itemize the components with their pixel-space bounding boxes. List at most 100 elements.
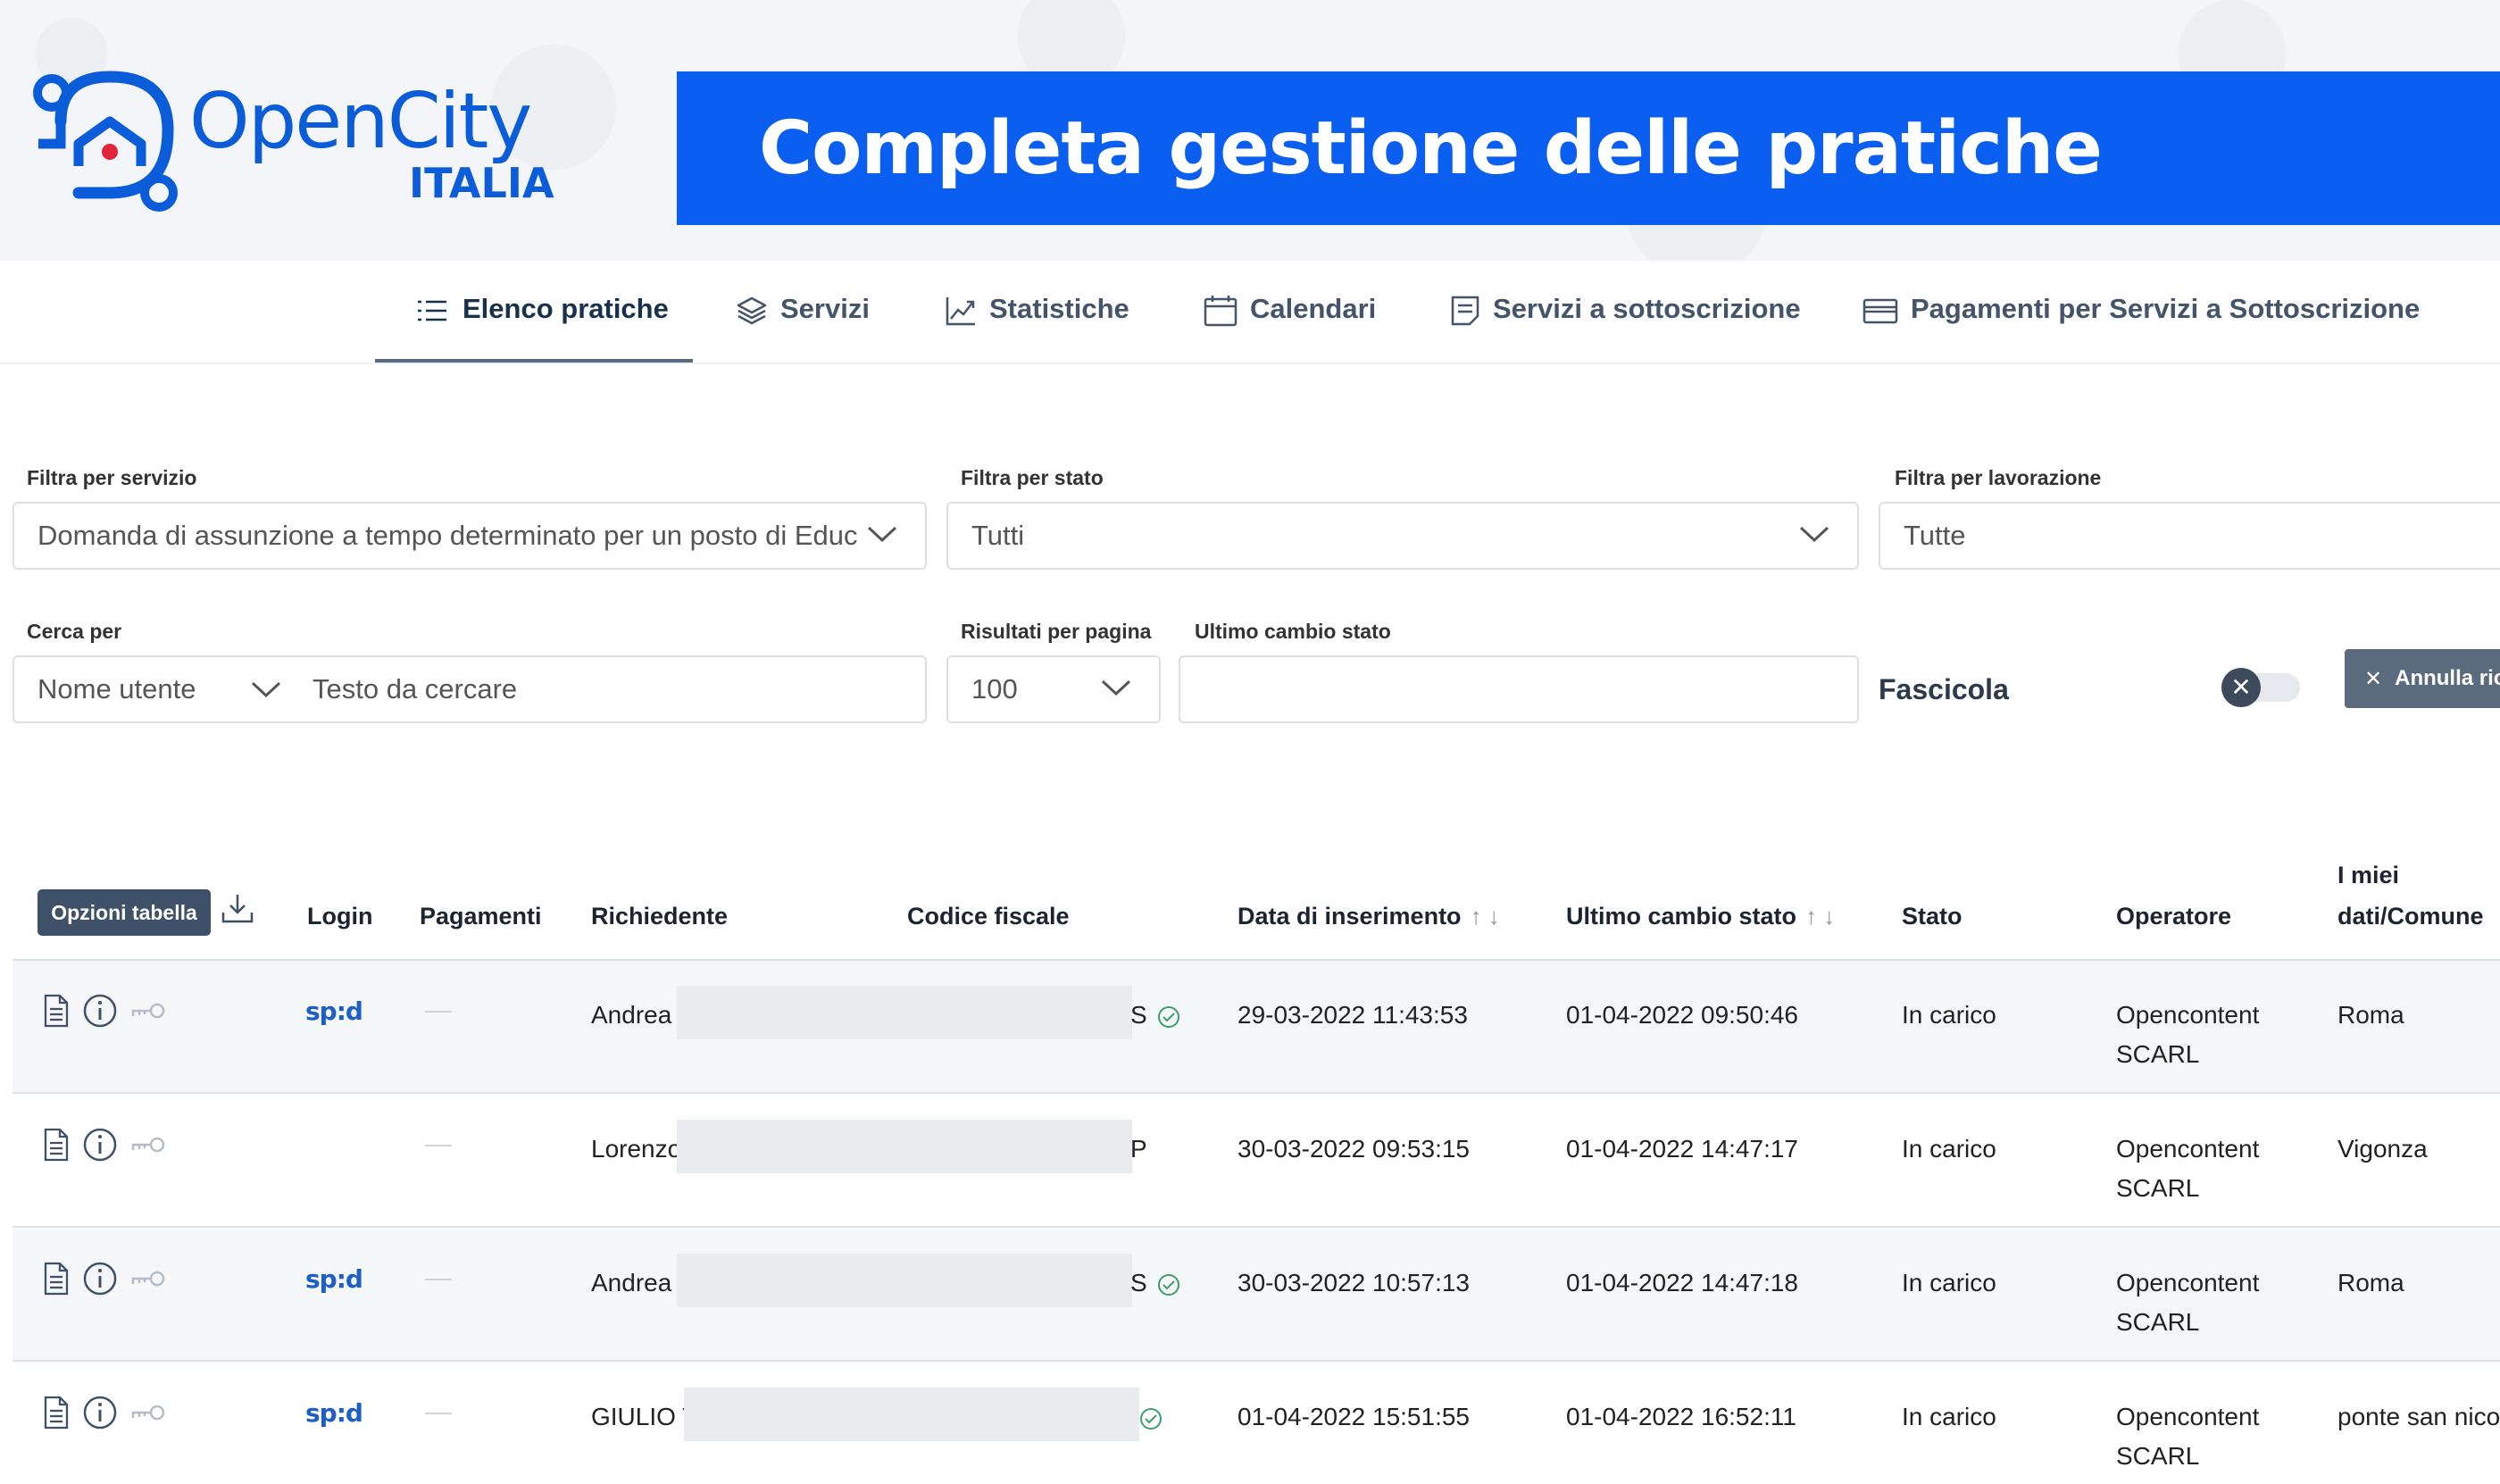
cell-comune: Roma xyxy=(2338,1269,2404,1296)
tab-statistiche[interactable]: Statistiche xyxy=(945,293,1129,361)
row-actions xyxy=(43,993,166,1029)
results-per-page-label: Risultati per pagina xyxy=(961,620,1152,643)
cell-ultimo-cambio: 01-04-2022 14:47:17 xyxy=(1566,1135,1798,1163)
cell-richiedente: Andrea I xyxy=(591,1269,686,1296)
results-per-page-select[interactable]: 100 xyxy=(946,655,1161,723)
app-panel: Elenco pratiche Servizi Statistiche Cale… xyxy=(0,261,2500,1484)
verified-check-icon xyxy=(1157,1273,1180,1301)
info-icon[interactable] xyxy=(82,1127,118,1163)
chevron-down-icon xyxy=(251,681,281,698)
cell-comune: ponte san nicol xyxy=(2338,1403,2500,1430)
banner-title: Completa gestione delle pratiche xyxy=(759,105,2103,191)
tab-servizi[interactable]: Servizi xyxy=(736,293,870,361)
opencity-logo[interactable]: OpenCity ITALIA xyxy=(25,59,579,220)
table-options-label: Opzioni tabella xyxy=(51,900,197,924)
table-options-button[interactable]: Opzioni tabella xyxy=(38,889,211,936)
download-icon[interactable] xyxy=(220,891,255,927)
column-header-login: Login xyxy=(307,903,373,930)
spid-badge: sp:d xyxy=(305,1398,363,1428)
tab-elenco-pratiche[interactable]: Elenco pratiche xyxy=(414,293,669,361)
tab-label: Servizi xyxy=(780,293,870,324)
key-icon[interactable] xyxy=(130,1268,166,1289)
cell-comune: Roma xyxy=(2338,1001,2404,1029)
cell-codice-fiscale: S xyxy=(1130,1269,1147,1296)
column-header-pagamenti: Pagamenti xyxy=(420,903,542,930)
cell-operatore-line1: Opencontent xyxy=(2116,1135,2260,1163)
list-icon xyxy=(418,300,446,321)
search-field-select[interactable]: Nome utente xyxy=(14,657,300,721)
info-icon[interactable] xyxy=(82,993,118,1029)
file-icon[interactable] xyxy=(43,994,70,1028)
sort-arrows-icon[interactable]: ↑ ↓ xyxy=(1471,903,1500,930)
column-header-ultimo-cambio[interactable]: Ultimo cambio stato ↑ ↓ xyxy=(1566,896,1835,936)
cell-richiedente: Andrea I xyxy=(591,1001,686,1029)
cancel-search-button[interactable]: ✕ Annulla rice xyxy=(2345,649,2500,708)
credit-card-icon xyxy=(1862,298,1898,324)
redacted-area xyxy=(677,1120,1132,1173)
cell-operatore-line2: SCARL xyxy=(2116,1442,2200,1470)
active-tab-indicator xyxy=(375,359,693,363)
tab-servizi-sottoscrizione[interactable]: Servizi a sottoscrizione xyxy=(1450,293,1801,361)
pagamenti-empty xyxy=(425,1011,452,1013)
verified-check-icon xyxy=(1139,1407,1162,1435)
key-icon[interactable] xyxy=(130,1134,166,1155)
spid-badge: sp:d xyxy=(305,1264,363,1294)
chevron-down-icon xyxy=(1799,526,1829,543)
search-field-value: Nome utente xyxy=(38,673,196,704)
last-change-input[interactable] xyxy=(1179,655,1859,723)
fascicola-toggle[interactable]: ✕ xyxy=(2221,668,2300,707)
cell-comune: Vigonza xyxy=(2338,1135,2428,1163)
info-icon[interactable] xyxy=(82,1261,118,1296)
tab-pagamenti-sottoscrizione[interactable]: Pagamenti per Servizi a Sottoscrizione xyxy=(1862,293,2420,361)
table-row[interactable]: sp:d Andrea I S 29-03-2022 11:43:53 01-0… xyxy=(12,961,2500,1094)
search-input[interactable]: Testo da cercare xyxy=(300,657,925,721)
file-icon[interactable] xyxy=(43,1262,70,1296)
cell-operatore-line1: Opencontent xyxy=(2116,1001,2260,1029)
filter-lavorazione-select[interactable]: Tutte xyxy=(1879,502,2500,570)
chart-line-icon xyxy=(946,297,975,326)
info-icon[interactable] xyxy=(82,1395,118,1430)
column-header-comune-line1: I miei xyxy=(2338,862,2400,888)
brand-subtitle: ITALIA xyxy=(409,159,554,207)
search-by-label: Cerca per xyxy=(27,620,122,643)
row-actions xyxy=(43,1395,166,1430)
spid-badge: sp:d xyxy=(305,996,363,1026)
file-icon[interactable] xyxy=(43,1128,70,1162)
row-actions xyxy=(43,1127,166,1163)
key-icon[interactable] xyxy=(130,1402,166,1423)
file-icon[interactable] xyxy=(43,1396,70,1430)
column-header-stato: Stato xyxy=(1902,903,1962,930)
column-header-data-inserimento[interactable]: Data di inserimento ↑ ↓ xyxy=(1238,896,1500,936)
filter-lavorazione-value: Tutte xyxy=(1904,520,1966,551)
filter-stato-value: Tutti xyxy=(971,520,1025,551)
layers-icon xyxy=(737,296,767,325)
filter-servizio-select[interactable]: Domanda di assunzione a tempo determinat… xyxy=(12,502,927,570)
close-icon: ✕ xyxy=(2221,668,2261,707)
last-change-label: Ultimo cambio stato xyxy=(1195,620,1391,643)
table-row[interactable]: Lorenzo P 30-03-2022 09:53:15 01-04-2022… xyxy=(12,1095,2500,1228)
page-header: OpenCity ITALIA Completa gestione delle … xyxy=(0,0,2500,261)
cell-operatore-line1: Opencontent xyxy=(2116,1269,2260,1296)
column-header-operatore: Operatore xyxy=(2116,903,2232,930)
cell-operatore-line2: SCARL xyxy=(2116,1174,2200,1202)
chevron-down-icon xyxy=(867,526,897,543)
brand-name: OpenCity xyxy=(189,77,532,166)
cell-data-inserimento: 30-03-2022 09:53:15 xyxy=(1238,1135,1470,1163)
filter-servizio-value: Domanda di assunzione a tempo determinat… xyxy=(38,520,858,551)
pagamenti-empty xyxy=(425,1413,452,1414)
filter-stato-select[interactable]: Tutti xyxy=(946,502,1859,570)
verified-check-icon xyxy=(1157,1005,1180,1033)
search-placeholder: Testo da cercare xyxy=(312,673,518,704)
calendar-icon xyxy=(1204,296,1238,327)
tab-calendari[interactable]: Calendari xyxy=(1204,293,1376,361)
close-icon: ✕ xyxy=(2364,666,2383,691)
filter-stato-label: Filtra per stato xyxy=(961,466,1104,489)
sort-arrows-icon[interactable]: ↑ ↓ xyxy=(1805,903,1835,930)
cell-stato: In carico xyxy=(1902,1001,1996,1029)
cancel-search-label: Annulla rice xyxy=(2395,666,2500,690)
tab-label: Servizi a sottoscrizione xyxy=(1493,293,1801,324)
cell-stato: In carico xyxy=(1902,1403,1996,1430)
table-row[interactable]: sp:d Andrea I S 30-03-2022 10:57:13 01-0… xyxy=(12,1229,2500,1362)
table-row[interactable]: sp:d GIULIO T 01-04-2022 15:51:55 01-04-… xyxy=(12,1363,2500,1484)
key-icon[interactable] xyxy=(130,1000,166,1021)
